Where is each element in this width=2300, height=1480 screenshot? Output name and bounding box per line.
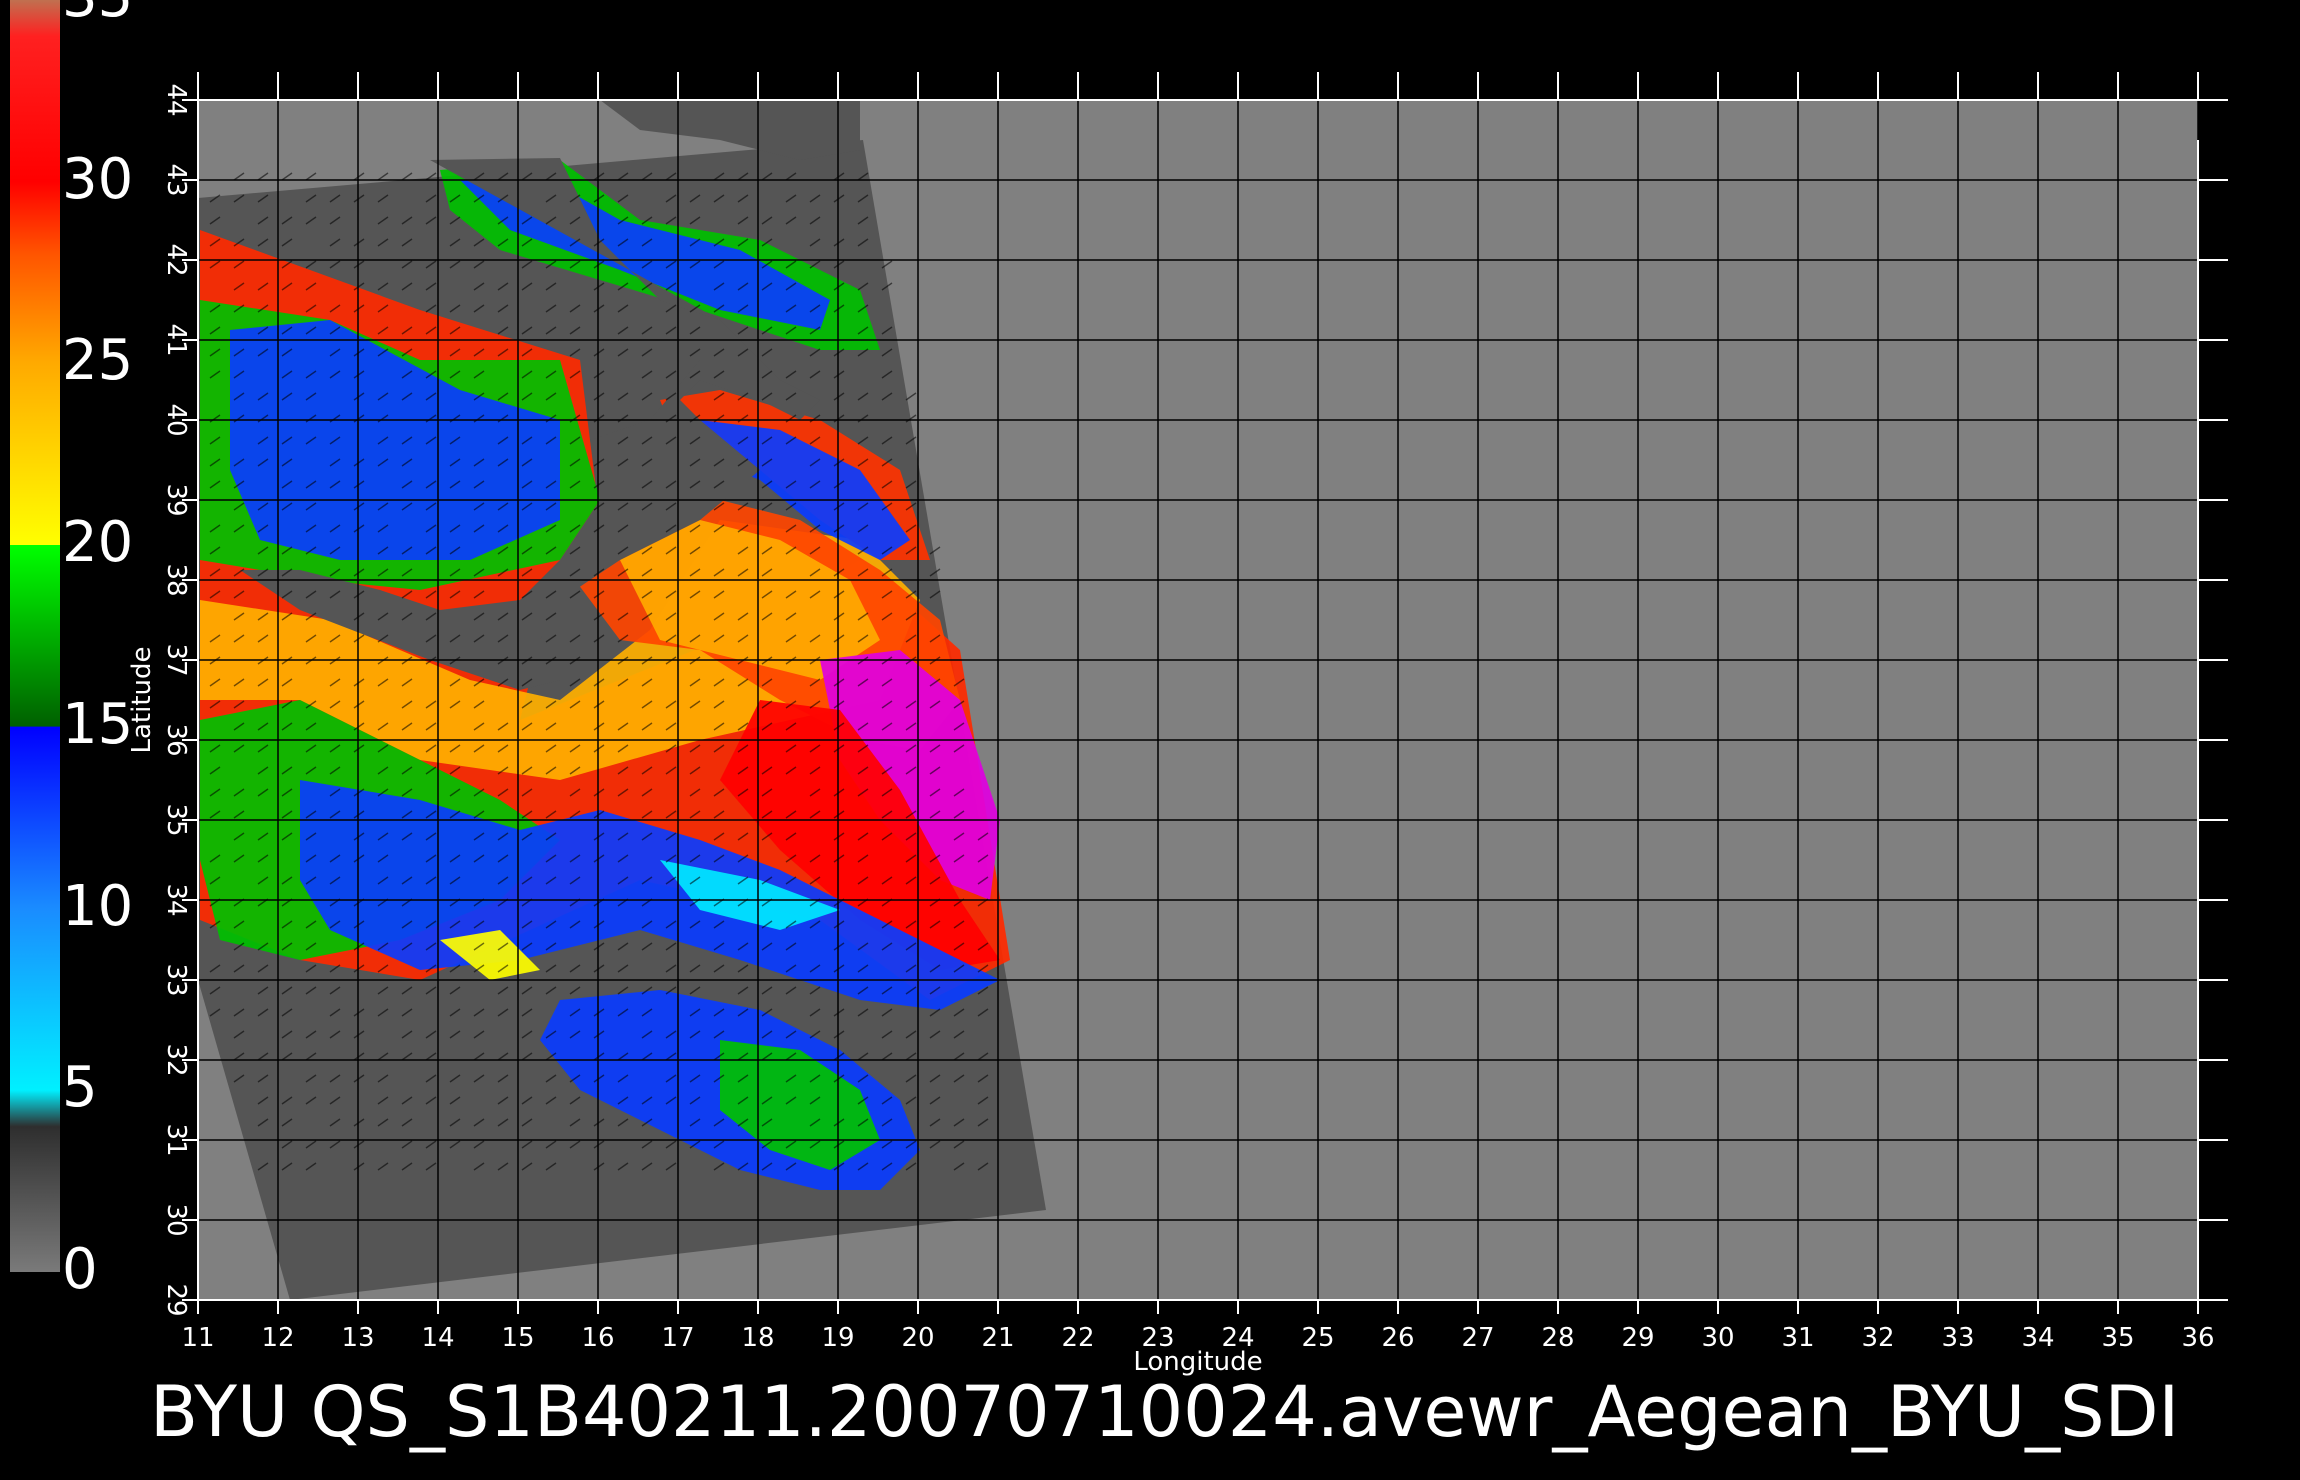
lat-tick-label: 41 (161, 323, 191, 356)
lon-tick-label: 32 (1861, 1323, 1894, 1353)
lat-tick-label: 38 (161, 563, 191, 596)
lon-tick-label: 15 (501, 1323, 534, 1353)
lat-tick-label: 39 (161, 483, 191, 516)
lon-tick-label: 27 (1461, 1323, 1494, 1353)
lat-tick-label: 33 (161, 963, 191, 996)
lon-tick-label: 25 (1301, 1323, 1334, 1353)
lon-tick-label: 12 (261, 1323, 294, 1353)
lon-tick-label: 21 (981, 1323, 1014, 1353)
lon-tick-label: 18 (741, 1323, 774, 1353)
lon-tick-label: 29 (1621, 1323, 1654, 1353)
lon-tick-label: 33 (1941, 1323, 1974, 1353)
lon-tick-label: 34 (2021, 1323, 2054, 1353)
lat-tick-label: 36 (161, 723, 191, 756)
lat-tick-label: 35 (161, 803, 191, 836)
lon-tick-label: 30 (1701, 1323, 1734, 1353)
lon-tick-label: 19 (821, 1323, 854, 1353)
lon-tick-label: 35 (2101, 1323, 2134, 1353)
lat-tick-label: 40 (161, 403, 191, 436)
lat-tick-label: 34 (161, 883, 191, 916)
lat-tick-label: 44 (161, 83, 191, 116)
image-title: BYU QS_S1B40211.20070710024.avewr_Aegean… (150, 1371, 2180, 1453)
lat-tick-label: 43 (161, 163, 191, 196)
lon-tick-label: 26 (1381, 1323, 1414, 1353)
lon-tick-label: 17 (661, 1323, 694, 1353)
lon-tick-label: 14 (421, 1323, 454, 1353)
lon-tick-label: 11 (181, 1323, 214, 1353)
lon-tick-label: 36 (2181, 1323, 2214, 1353)
lat-tick-label: 29 (161, 1283, 191, 1316)
lat-tick-label: 30 (161, 1203, 191, 1236)
wind-speed-map: 11 12 13 14 15 16 17 18 19 20 21 22 23 24 25 26 27 28 29 30… (127, 72, 2228, 1377)
lat-tick-label: 31 (161, 1123, 191, 1156)
lon-tick-label: 13 (341, 1323, 374, 1353)
lon-tick-label: 22 (1061, 1323, 1094, 1353)
lat-tick-label: 37 (161, 643, 191, 676)
lat-tick-label: 32 (161, 1043, 191, 1076)
lon-tick-label: 20 (901, 1323, 934, 1353)
lon-tick-label: 28 (1541, 1323, 1574, 1353)
lon-tick-label: 16 (581, 1323, 614, 1353)
y-axis-title: Latitude (127, 646, 157, 753)
lon-tick-label: 31 (1781, 1323, 1814, 1353)
lat-tick-label: 42 (161, 243, 191, 276)
